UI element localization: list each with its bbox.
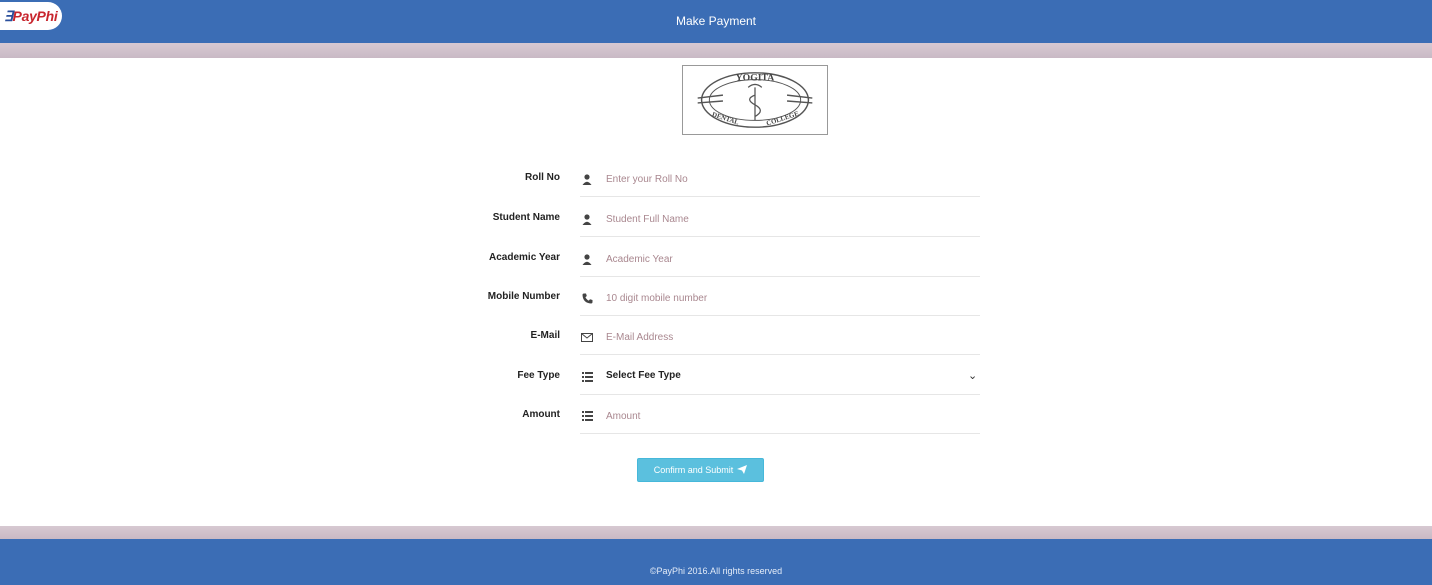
roll-no-input[interactable] xyxy=(606,169,976,189)
confirm-submit-button[interactable]: Confirm and Submit xyxy=(637,458,764,482)
academic-year-underline xyxy=(580,276,980,277)
copyright-text: ©PayPhi 2016.All rights reserved xyxy=(649,566,783,576)
email-input[interactable] xyxy=(606,327,976,347)
footer-divider xyxy=(0,526,1432,539)
student-name-label: Student Name xyxy=(492,212,560,223)
amount-label: Amount xyxy=(522,409,560,420)
mobile-number-input[interactable] xyxy=(606,288,976,308)
footer-bar: ©PayPhi 2016.All rights reserved xyxy=(0,539,1432,585)
college-logo: YOGITA DENTAL COLLEGE xyxy=(682,65,828,135)
send-icon xyxy=(737,464,748,476)
header-bar: ∃PayPhi Make Payment xyxy=(0,0,1432,43)
svg-text:YOGITA: YOGITA xyxy=(736,73,775,84)
fee-type-underline xyxy=(580,394,980,395)
fee-type-label: Fee Type xyxy=(517,370,560,381)
amount-input[interactable] xyxy=(606,406,976,426)
email-underline xyxy=(580,354,980,355)
form-row-email: E-Mail xyxy=(380,327,980,370)
roll-no-label: Roll No xyxy=(525,172,560,183)
submit-button-label: Confirm and Submit xyxy=(653,465,734,475)
amount-underline xyxy=(580,433,980,434)
student-name-input[interactable] xyxy=(606,209,976,229)
mobile-number-label: Mobile Number xyxy=(487,291,560,302)
fee-type-select[interactable]: Select Fee Type xyxy=(606,370,681,381)
user-icon xyxy=(580,212,594,226)
form-row-roll-no: Roll No xyxy=(380,169,980,212)
student-name-underline xyxy=(580,236,980,237)
user-icon xyxy=(580,252,594,266)
email-label: E-Mail xyxy=(530,330,560,341)
list-icon xyxy=(580,370,594,384)
academic-year-label: Academic Year xyxy=(489,252,560,263)
svg-text:DENTAL: DENTAL xyxy=(711,111,740,126)
page-title: Make Payment xyxy=(675,14,757,28)
header-divider xyxy=(0,43,1432,58)
user-icon xyxy=(580,172,594,186)
list-icon xyxy=(580,409,594,423)
college-emblem: YOGITA DENTAL COLLEGE xyxy=(697,72,813,128)
form-row-student-name: Student Name xyxy=(380,209,980,252)
svg-text:COLLEGE: COLLEGE xyxy=(766,110,801,127)
form-row-mobile-number: Mobile Number xyxy=(380,288,980,331)
roll-no-underline xyxy=(580,196,980,197)
form-row-fee-type[interactable]: Fee Type Select Fee Type ⌄ xyxy=(380,370,980,410)
form-row-amount: Amount xyxy=(380,406,980,449)
mobile-number-underline xyxy=(580,315,980,316)
phone-icon xyxy=(580,291,594,305)
envelope-icon xyxy=(580,330,594,344)
academic-year-input[interactable] xyxy=(606,249,976,269)
chevron-down-icon[interactable]: ⌄ xyxy=(968,369,977,382)
form-row-academic-year: Academic Year xyxy=(380,249,980,292)
page: ∃PayPhi Make Payment YOGITA DENTAL COLLE… xyxy=(0,0,1432,585)
